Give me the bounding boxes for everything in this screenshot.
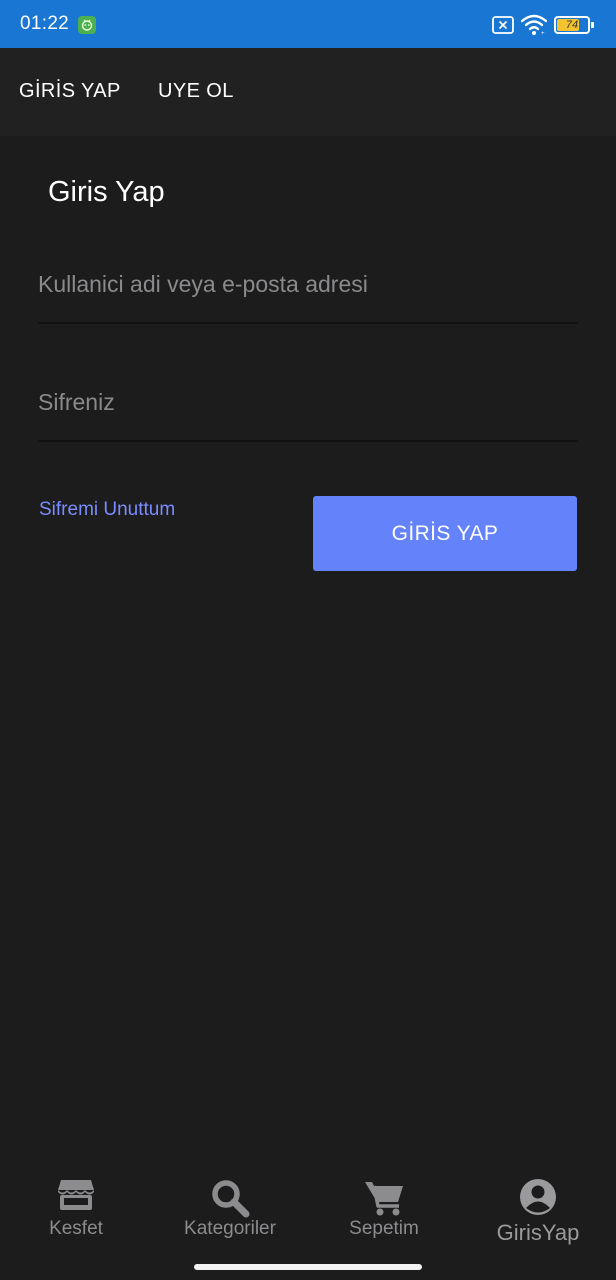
status-time: 01:22 bbox=[20, 13, 70, 34]
page-title: Giris Yap bbox=[48, 176, 165, 208]
nav-item-kesfet[interactable]: Kesfet bbox=[6, 1178, 146, 1258]
nav-label-girisyap: GirisYap bbox=[496, 1220, 580, 1245]
nav-item-kategoriler[interactable]: Kategoriler bbox=[160, 1178, 300, 1258]
search-icon bbox=[212, 1180, 250, 1218]
auth-tab-bar: GİRİS YAP UYE OL bbox=[0, 48, 616, 136]
store-icon bbox=[58, 1180, 94, 1210]
close-notification-icon bbox=[492, 16, 514, 39]
nav-item-sepetim[interactable]: Sepetim bbox=[314, 1178, 454, 1258]
nav-item-girisyap[interactable]: GirisYap bbox=[468, 1178, 608, 1258]
username-input[interactable] bbox=[38, 254, 578, 314]
battery-level-text: 74 bbox=[565, 19, 579, 31]
nav-label-kesfet: Kesfet bbox=[49, 1218, 103, 1239]
svg-text:+: + bbox=[541, 31, 545, 36]
home-indicator bbox=[194, 1264, 422, 1270]
tab-signup[interactable]: UYE OL bbox=[158, 80, 234, 103]
password-field bbox=[38, 372, 578, 442]
status-bar: 01:22 + 74 bbox=[0, 0, 616, 48]
wifi-icon: + bbox=[520, 14, 548, 41]
bottom-navigation: Kesfet Kategoriler Sepetim GirisYap bbox=[0, 1160, 616, 1280]
cart-icon bbox=[365, 1182, 403, 1216]
battery-nub bbox=[591, 22, 594, 28]
tab-login[interactable]: GİRİS YAP bbox=[19, 80, 121, 103]
battery-icon: 74 bbox=[554, 16, 590, 34]
app-notification-icon bbox=[78, 16, 96, 34]
login-submit-button[interactable]: GİRİS YAP bbox=[313, 496, 577, 571]
nav-label-kategoriler: Kategoriler bbox=[184, 1218, 276, 1239]
username-field bbox=[38, 254, 578, 324]
forgot-password-link[interactable]: Sifremi Unuttum bbox=[39, 499, 175, 521]
nav-label-sepetim: Sepetim bbox=[349, 1218, 419, 1239]
password-input[interactable] bbox=[38, 372, 578, 432]
account-circle-icon bbox=[520, 1179, 556, 1215]
